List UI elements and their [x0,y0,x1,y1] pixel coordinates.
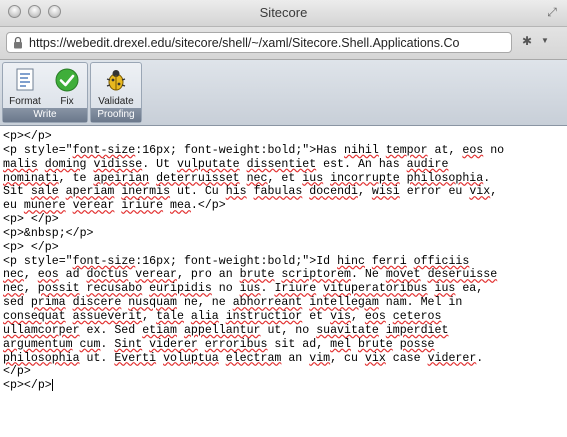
code-line: <p>&nbsp;</p> [3,226,94,240]
code-line: ullamcorper ex. Sed etiam appellantur ut… [3,323,449,337]
validate-label: Validate [98,96,134,107]
debug-bug-icon[interactable]: ✱ [522,34,532,48]
code-line: nec, possit recusabo euripidis no ius. I… [3,282,484,296]
validate-button[interactable]: Validate [96,66,136,108]
code-line: <p></p> [3,130,52,143]
code-line: argumentum cum. Sint viderer erroribus s… [3,337,435,351]
html-source-text[interactable]: <p></p> <p style="font-size:16px; font-w… [0,126,567,393]
document-lines-icon [16,68,34,91]
code-line: </p> [3,365,31,379]
group-label-proofing: Proofing [91,108,141,122]
ribbon-group-write: Format Fix Write [2,62,88,123]
fix-button[interactable]: Fix [47,66,87,108]
code-line: consequat assueverit, tale alia instruct… [3,309,442,323]
code-line: sed prima discere nusquam ne, ne abhorre… [3,296,463,310]
address-bar-row: https://webedit.drexel.edu/sitecore/shel… [0,27,567,60]
code-line: eu munere verear iriure mea.</p> [3,199,226,213]
code-line: nec, eos ad doctus verear, pro an brute … [3,268,498,282]
chevron-down-icon[interactable]: ▼ [541,36,549,45]
title-bar: Sitecore ⤢ [0,0,567,27]
fix-label: Fix [60,96,74,107]
code-line: <p> </p> [3,240,59,254]
code-line: <p></p> [3,379,53,393]
code-line: malis doming vidisse. Ut vulputate disse… [3,157,449,171]
code-line: Sit sale aperiam inermis ut. Cu his fabu… [3,185,498,199]
ribbon-toolbar: Format Fix Write Validate Proofing [0,60,567,126]
url-text[interactable]: https://webedit.drexel.edu/sitecore/shel… [29,36,459,50]
code-line: <p> </p> [3,213,59,227]
code-line: <p style="font-size:16px; font-weight:bo… [3,143,505,157]
bug-icon [106,70,126,91]
window-title: Sitecore [259,5,308,20]
green-check-icon [55,68,79,92]
ribbon-group-proofing: Validate Proofing [90,62,142,123]
lock-icon [14,36,22,49]
code-line: <p style="font-size:16px; font-weight:bo… [3,254,470,268]
format-button[interactable]: Format [5,66,45,108]
group-label-write: Write [3,108,87,122]
text-caret [51,379,53,392]
fullscreen-icon[interactable]: ⤢ [545,5,559,19]
code-line: philosophia ut. Everti voluptua electram… [3,351,484,365]
html-source-editor[interactable]: <p></p> <p style="font-size:16px; font-w… [0,126,567,437]
code-line: nominati, te apeirian deterruisset nec, … [3,171,491,185]
browser-window: Sitecore ⤢ https://webedit.drexel.edu/si… [0,0,567,437]
address-bar[interactable]: https://webedit.drexel.edu/sitecore/shel… [6,32,512,53]
format-label: Format [9,96,41,107]
